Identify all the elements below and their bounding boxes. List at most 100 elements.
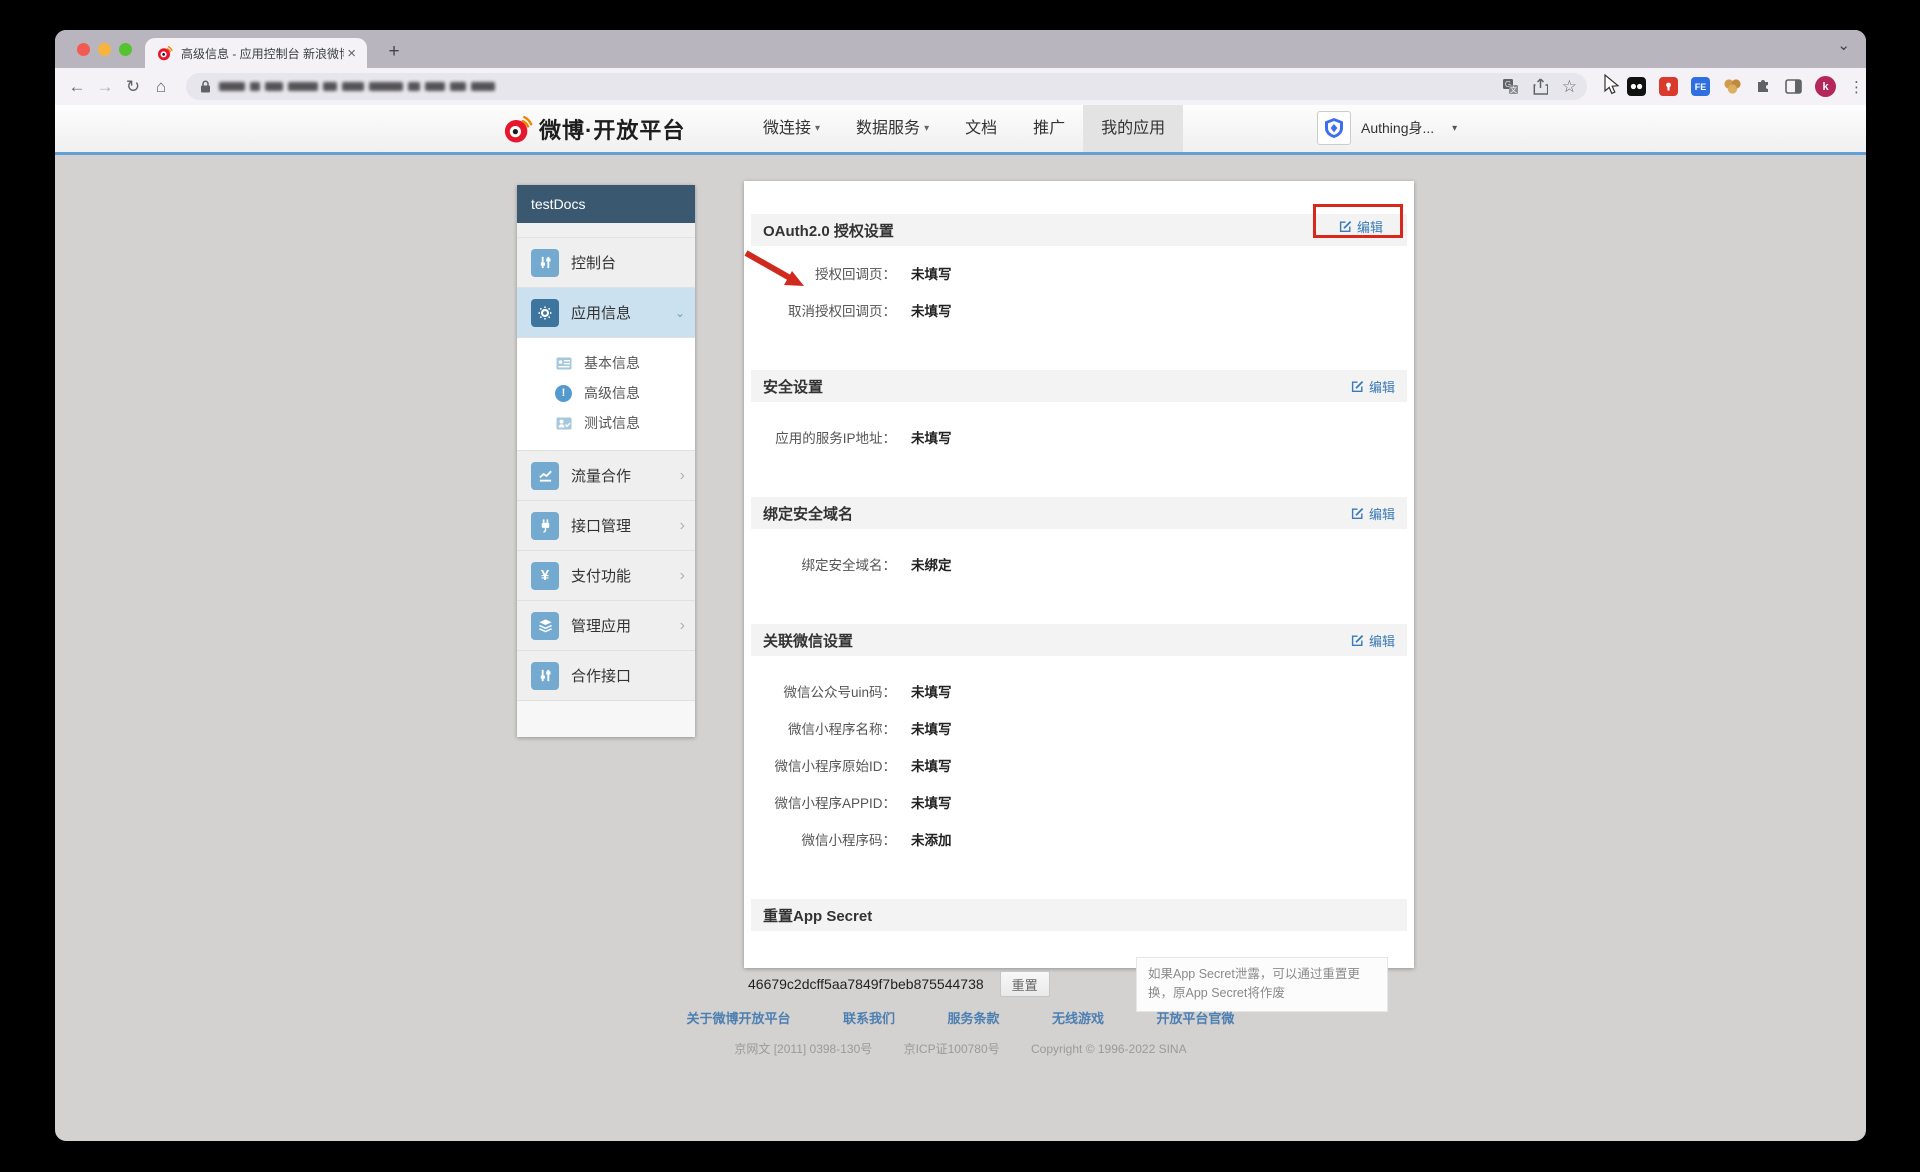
sidebar-item-app-info[interactable]: 应用信息 ⌄ — [517, 288, 695, 338]
wechat-edit-button[interactable]: 编辑 — [1351, 631, 1395, 650]
menu-item-my-apps[interactable]: 我的应用 — [1083, 105, 1184, 152]
field-value: 未添加 — [911, 833, 952, 848]
edit-icon — [1351, 380, 1364, 393]
account-menu[interactable]: Authing身... ▾ — [1317, 111, 1457, 145]
field-value: 未填写 — [911, 267, 952, 282]
footer-link-contact[interactable]: 联系我们 — [843, 1008, 895, 1027]
footer-link-about[interactable]: 关于微博开放平台 — [687, 1008, 791, 1027]
field-row: 微信小程序名称： 未填写 — [744, 718, 1414, 738]
edit-label: 编辑 — [1368, 633, 1395, 649]
section-header: OAuth2.0 授权设置 编辑 — [751, 204, 1407, 246]
window-close-button[interactable] — [77, 43, 90, 56]
home-icon[interactable]: ⌂ — [147, 77, 175, 97]
caret-down-icon: ▾ — [815, 123, 821, 134]
translate-icon[interactable]: G文 — [1502, 78, 1519, 95]
submenu-item-basic-info[interactable]: 基本信息 — [517, 348, 695, 378]
caret-down-icon: ▾ — [1452, 122, 1458, 134]
section-header: 安全设置 编辑 — [751, 370, 1407, 402]
field-row: 微信小程序原始ID： 未填写 — [744, 755, 1414, 775]
section-header: 重置App Secret — [751, 899, 1407, 931]
app-name: testDocs — [517, 185, 695, 223]
edit-icon — [1351, 634, 1364, 647]
weibo-open-platform-logo[interactable]: 微博·开放平台 — [503, 113, 685, 145]
extension-dark-icon[interactable] — [1627, 77, 1646, 96]
sidebar-item-label: 流量合作 — [571, 468, 632, 485]
sidebar-item-payment[interactable]: ¥ 支付功能 › — [517, 551, 695, 601]
lock-icon — [200, 80, 211, 93]
obscured-url-text — [219, 82, 495, 91]
edit-label: 编辑 — [1368, 379, 1395, 395]
red-highlight-box — [1313, 204, 1403, 238]
sidebar-item-traffic[interactable]: 流量合作 › — [517, 451, 695, 501]
sidebar-item-label: 接口管理 — [571, 518, 632, 535]
yen-icon: ¥ — [531, 561, 559, 590]
profile-avatar[interactable]: k — [1815, 76, 1836, 97]
browser-tab[interactable]: 高级信息 - 应用控制台 新浪微博 × — [145, 38, 367, 68]
footer-link-terms[interactable]: 服务条款 — [947, 1008, 999, 1027]
bookmark-star-icon[interactable]: ☆ — [1562, 78, 1577, 95]
window-zoom-button[interactable] — [119, 43, 132, 56]
submenu-item-test-info[interactable]: 测试信息 — [517, 408, 695, 438]
submenu-item-label: 测试信息 — [584, 415, 640, 431]
sidebar-item-console[interactable]: 控制台 — [517, 238, 695, 288]
line-chart-icon — [531, 461, 559, 490]
field-label: 微信公众号uin码： — [783, 685, 896, 700]
field-value: 未填写 — [911, 759, 952, 774]
address-bar[interactable]: G文 ☆ — [186, 73, 1587, 100]
section-rows: 授权回调页： 未填写 取消授权回调页： 未填写 — [744, 250, 1414, 340]
sidebar-item-manage-apps[interactable]: 管理应用 › — [517, 601, 695, 651]
field-row: 应用的服务IP地址： 未填写 — [744, 427, 1414, 447]
menu-label: 我的应用 — [1101, 120, 1166, 137]
chrome-menu-icon[interactable]: ⋮ — [1849, 78, 1864, 96]
menu-item-weilianjie[interactable]: 微连接 ▾ — [745, 105, 838, 152]
sidebar-item-api[interactable]: 接口管理 › — [517, 501, 695, 551]
sidebar-item-coop-api[interactable]: 合作接口 — [517, 651, 695, 701]
tab-search-icon[interactable]: ⌄ — [1837, 36, 1850, 54]
extension-red-icon[interactable] — [1659, 77, 1678, 96]
tab-close-icon[interactable]: × — [344, 45, 359, 62]
section-header: 绑定安全域名 编辑 — [751, 497, 1407, 529]
chevron-down-icon: ⌄ — [674, 305, 685, 320]
forward-icon[interactable]: → — [91, 77, 119, 97]
footer-link-wireless-games[interactable]: 无线游戏 — [1052, 1008, 1104, 1027]
menu-item-data-services[interactable]: 数据服务 ▾ — [838, 105, 947, 152]
layers-icon — [531, 611, 559, 640]
field-label: 绑定安全域名： — [801, 558, 897, 573]
menu-label: 文档 — [965, 120, 998, 137]
field-value: 未填写 — [911, 796, 952, 811]
app-sidebar: testDocs 控制台 应用信息 ⌄ 基本信息 ! 高级信息 测试信息 流量合… — [517, 185, 695, 737]
security-edit-button[interactable]: 编辑 — [1351, 377, 1395, 396]
caret-down-icon: ▾ — [924, 123, 930, 134]
submenu-item-advanced-info[interactable]: ! 高级信息 — [517, 378, 695, 408]
back-icon[interactable]: ← — [63, 77, 91, 97]
window-minimize-button[interactable] — [98, 43, 111, 56]
chevron-right-icon: › — [679, 516, 685, 534]
section-header: 关联微信设置 编辑 — [751, 624, 1407, 656]
submenu-item-label: 高级信息 — [584, 385, 640, 401]
menu-item-promotion[interactable]: 推广 — [1015, 105, 1083, 152]
new-tab-button[interactable]: + — [381, 39, 407, 65]
section-wechat: 关联微信设置 编辑 微信公众号uin码： 未填写 微信小程序名称： 未填写 微信… — [744, 624, 1414, 869]
side-panel-icon[interactable] — [1785, 79, 1802, 94]
field-label: 微信小程序码： — [801, 833, 897, 848]
footer-link-official-weibo[interactable]: 开放平台官微 — [1156, 1008, 1234, 1027]
extension-gold-icon[interactable] — [1723, 78, 1742, 95]
edit-icon — [1351, 507, 1364, 520]
menu-label: 推广 — [1033, 120, 1066, 137]
field-label: 取消授权回调页： — [788, 304, 896, 319]
extension-fe-icon[interactable]: FE — [1691, 77, 1710, 96]
reload-icon[interactable]: ↻ — [119, 77, 147, 97]
site-menu: 微连接 ▾ 数据服务 ▾ 文档 推广 我的应用 — [745, 105, 1184, 152]
extensions-puzzle-icon[interactable] — [1755, 78, 1772, 95]
sidebar-item-label: 合作接口 — [571, 668, 632, 685]
footer-license-2: 京ICP证100780号 — [903, 1042, 1000, 1056]
menu-item-docs[interactable]: 文档 — [947, 105, 1015, 152]
footer-links: 关于微博开放平台 联系我们 服务条款 无线游戏 开放平台官微 — [55, 1008, 1866, 1028]
weibo-favicon-icon — [157, 45, 173, 61]
reset-button[interactable]: 重置 — [999, 971, 1050, 998]
account-name: Authing身... — [1361, 120, 1435, 136]
footer-meta: 京网文 [2011] 0398-130号 京ICP证100780号 Copyri… — [55, 1040, 1866, 1057]
authing-shield-icon — [1317, 111, 1351, 145]
share-icon[interactable] — [1533, 78, 1548, 95]
domain-edit-button[interactable]: 编辑 — [1351, 504, 1395, 523]
